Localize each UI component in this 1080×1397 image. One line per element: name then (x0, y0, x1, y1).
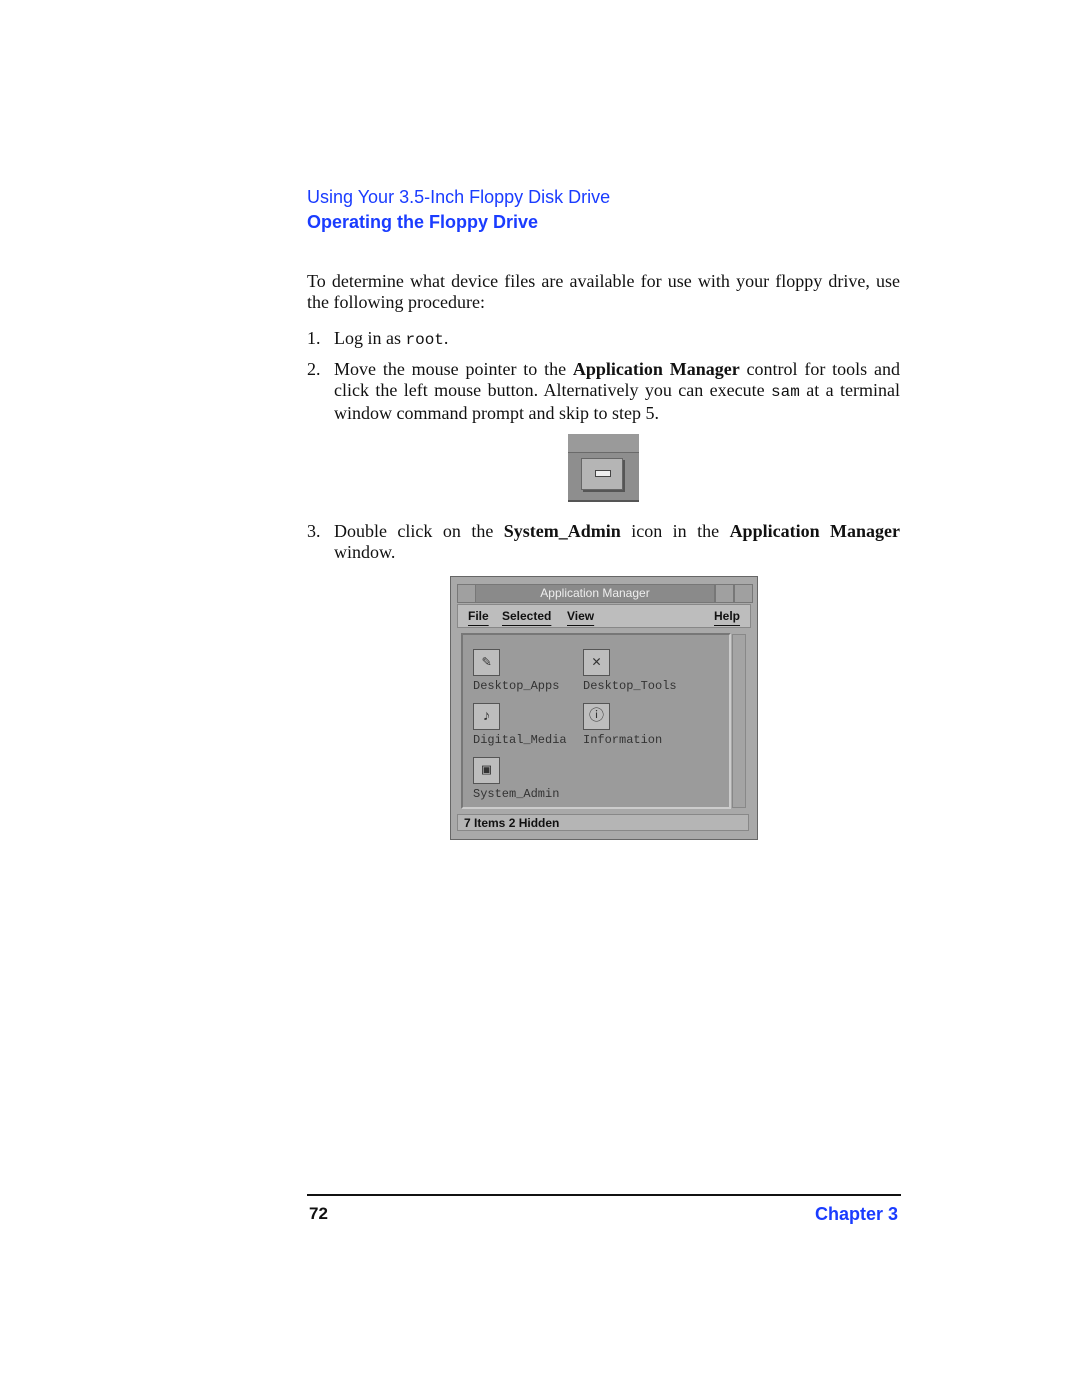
step-number: 3. (307, 521, 321, 541)
microphone-icon: ♪ (473, 703, 500, 730)
application-manager-window: Application Manager File Selected View H… (450, 576, 758, 840)
step-text: window. (334, 542, 396, 562)
footer-rule (307, 1194, 901, 1196)
menu-bar: File Selected View Help (457, 604, 751, 628)
bold-term: Application Manager (572, 359, 740, 379)
menu-help[interactable]: Help (714, 609, 740, 623)
item-label: Desktop_Tools (583, 679, 677, 693)
intro-paragraph: To determine what device files are avail… (307, 271, 900, 312)
tools-icon: ✕ (583, 649, 610, 676)
page-number: 72 (309, 1204, 328, 1223)
window-title: Application Manager (475, 584, 715, 603)
status-bar: 7 Items 2 Hidden (457, 814, 749, 831)
step-text: icon in the (620, 521, 730, 541)
code: root (405, 331, 444, 349)
computer-icon: ▣ (473, 757, 500, 784)
item-desktop-tools[interactable]: ✕ Desktop_Tools (583, 649, 677, 693)
item-information[interactable]: ⓘ Information (583, 703, 662, 747)
step-text: Log in as (334, 328, 406, 348)
calculator-pen-icon: ✎ (473, 649, 500, 676)
step-text: . (443, 328, 449, 348)
step-3: 3. Double click on the System_Admin icon… (307, 521, 900, 563)
menu-selected[interactable]: Selected (502, 609, 551, 623)
item-label: Information (583, 733, 663, 747)
item-label: System_Admin (473, 787, 560, 801)
menu-view[interactable]: View (567, 609, 594, 623)
step-text: Double click on the (334, 521, 504, 541)
step-number: 2. (307, 359, 321, 379)
icon-view: ✎ Desktop_Apps ✕ Desktop_Tools ♪ Digital_Me… (461, 633, 731, 809)
document-page: Using Your 3.5-Inch Floppy Disk Drive Op… (0, 0, 1080, 1397)
application-manager-control-icon[interactable] (568, 434, 639, 502)
bold-term: Application Manager (729, 521, 901, 541)
step-1: 1. Log in as root. (307, 328, 900, 351)
item-label: Digital_Media (473, 733, 567, 747)
section-header: Using Your 3.5-Inch Floppy Disk Drive (307, 187, 611, 207)
item-desktop-apps[interactable]: ✎ Desktop_Apps (473, 649, 559, 693)
page-title: Operating the Floppy Drive (307, 212, 539, 232)
bold-term: System_Admin (503, 521, 621, 541)
item-system-admin[interactable]: ▣ System_Admin (473, 757, 559, 801)
step-number: 1. (307, 328, 321, 348)
item-label: Desktop_Apps (473, 679, 560, 693)
minimize-button[interactable] (715, 584, 734, 603)
vertical-scrollbar[interactable] (732, 634, 746, 808)
step-2: 2. Move the mouse pointer to the Applica… (307, 359, 900, 424)
item-digital-media[interactable]: ♪ Digital_Media (473, 703, 567, 747)
window-menu-button[interactable] (457, 584, 476, 603)
info-icon: ⓘ (583, 703, 610, 730)
chapter-label: Chapter 3 (814, 1204, 898, 1224)
code: sam (771, 383, 800, 401)
maximize-button[interactable] (734, 584, 753, 603)
menu-file[interactable]: File (468, 609, 489, 623)
step-text: Move the mouse pointer to the (334, 359, 573, 379)
